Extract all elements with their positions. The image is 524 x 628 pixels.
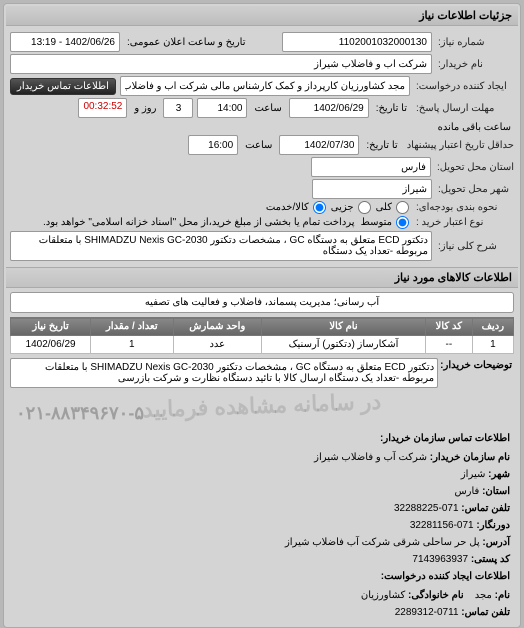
th-5: تاریخ نیاز	[11, 318, 91, 336]
pub-datetime-input[interactable]	[10, 32, 120, 52]
panel-title: جزئیات اطلاعات نیاز	[6, 6, 518, 26]
deadline-date-input[interactable]	[289, 98, 369, 118]
opt-all: کلی	[376, 202, 392, 213]
contact-info-block: اطلاعات تماس سازمان خریدار: نام سازمان خ…	[14, 430, 510, 621]
budget-all-radio[interactable]	[396, 201, 409, 214]
goods-table: ردیف کد کالا نام کالا واحد شمارش تعداد /…	[10, 317, 514, 354]
contact-province-label: استان:	[482, 486, 510, 497]
province-label: استان محل تحویل:	[435, 162, 514, 173]
until-label-1: تا تاریخ:	[373, 103, 410, 114]
supply-deadline-label: حداقل تاریخ اعتبار پیشنهاد	[405, 140, 514, 151]
watermark-area: در سامانه مشاهده فرمایید ۰۲۱-۸۸۳۴۹۶۷۰-۵	[10, 392, 514, 426]
buyer-name-label: نام خریدار:	[436, 59, 514, 70]
day-label: روز و	[131, 103, 159, 114]
td-0: 1	[472, 336, 513, 354]
family-value: کشاورزیان	[361, 590, 405, 601]
big-phone: ۰۲۱-۸۸۳۴۹۶۷۰-۵	[16, 403, 144, 424]
until-label-2: تا تاریخ:	[363, 140, 400, 151]
budget-was-radio[interactable]	[358, 201, 371, 214]
contact-info-button[interactable]: اطلاعات تماس خریدار	[10, 78, 116, 95]
tel-label: تلفن تماس:	[461, 503, 510, 514]
days-input[interactable]	[163, 98, 193, 118]
org-label: نام سازمان خریدار:	[430, 452, 510, 463]
opt-was: جزیی	[331, 202, 354, 213]
td-4: 1	[91, 336, 173, 354]
main-key-label: شرح کلی نیاز:	[436, 241, 514, 252]
th-4: تعداد / مقدار	[91, 318, 173, 336]
tel-value: 071-32288225	[394, 503, 459, 514]
rep-tel-value: 0711-2289312	[395, 607, 459, 618]
fax-value: 071-32281156	[410, 520, 474, 531]
city-label: شهر محل تحویل:	[436, 184, 514, 195]
fax-label: دورنگار:	[476, 520, 510, 531]
org-value: شرکت آب و فاضلاب شیراز	[314, 452, 427, 463]
credit-related-radio[interactable]	[396, 216, 409, 229]
main-panel: جزئیات اطلاعات نیاز شماره نیاز: تاریخ و …	[3, 3, 521, 628]
opt-related: متوسط	[361, 217, 392, 228]
form-area: شماره نیاز: تاریخ و ساعت اعلان عمومی: نا…	[6, 26, 518, 267]
province-input[interactable]	[311, 157, 431, 177]
rep-label: نام:	[495, 590, 510, 601]
time-label-1: ساعت	[251, 103, 284, 114]
deadline-time-input[interactable]	[197, 98, 247, 118]
addr-label: آدرس:	[482, 537, 510, 548]
requester-label: ایجاد کننده درخواست:	[414, 81, 514, 92]
buyer-desc-box: دتکتور ECD متعلق به دستگاه GC ، مشخصات د…	[10, 358, 438, 388]
rep-tel-label: تلفن تماس:	[461, 607, 510, 618]
buyer-name-input[interactable]	[10, 54, 432, 74]
contact-header: اطلاعات تماس سازمان خریدار:	[14, 430, 510, 447]
table-row[interactable]: 1 -- آشکارساز (دتکتور) آرسنیک عدد 1 1402…	[11, 336, 514, 354]
budget-item-radio[interactable]	[313, 201, 326, 214]
post-label: کد پستی:	[471, 554, 510, 565]
reply-deadline-label: مهلت ارسال پاسخ:	[414, 103, 514, 114]
countdown-timer: 00:32:52	[78, 98, 127, 118]
pub-datetime-label: تاریخ و ساعت اعلان عمومی:	[124, 37, 278, 48]
table-header-row: ردیف کد کالا نام کالا واحد شمارش تعداد /…	[11, 318, 514, 336]
city-input[interactable]	[312, 179, 432, 199]
td-5: 1402/06/29	[11, 336, 91, 354]
addr-value: پل حر ساحلی شرقی شرکت آب فاضلاب شیراز	[285, 537, 480, 548]
td-1: --	[425, 336, 472, 354]
remaining-label: ساعت باقی مانده	[435, 122, 514, 133]
credit-type-label: نوع اعتبار خرید :	[414, 217, 514, 228]
opt-item: کالا/خدمت	[266, 202, 309, 213]
validity-date-input[interactable]	[279, 135, 359, 155]
th-0: ردیف	[472, 318, 513, 336]
budget-row-label: نحوه بندی بودجه‌ای:	[414, 202, 514, 213]
family-label: نام خانوادگی:	[408, 590, 464, 601]
category-banner: آب رسانی؛ مدیریت پسماند، فاضلاب و فعالیت…	[10, 292, 514, 313]
main-desc-box: دتکتور ECD متعلق به دستگاه GC ، مشخصات د…	[10, 231, 432, 261]
td-2: آشکارساز (دتکتور) آرسنیک	[262, 336, 426, 354]
rep-value: مجد	[475, 590, 492, 601]
requester-input[interactable]	[120, 76, 410, 96]
th-1: کد کالا	[425, 318, 472, 336]
th-3: واحد شمارش	[173, 318, 262, 336]
post-value: 7143963937	[412, 554, 468, 565]
req-no-label: شماره نیاز:	[436, 37, 514, 48]
buyer-desc-label: توضیحات خریدار:	[438, 358, 514, 373]
contact-city: شیراز	[461, 469, 486, 480]
req-no-input[interactable]	[282, 32, 432, 52]
req-info-header: اطلاعات ایجاد کننده درخواست:	[14, 568, 510, 585]
contact-province: فارس	[454, 486, 479, 497]
th-2: نام کالا	[262, 318, 426, 336]
time-label-2: ساعت	[242, 140, 275, 151]
validity-time-input[interactable]	[188, 135, 238, 155]
goods-section-title: اطلاعات کالاهای مورد نیاز	[6, 267, 518, 288]
td-3: عدد	[173, 336, 262, 354]
credit-note: پرداخت تمام یا بخشی از مبلغ خرید،از محل …	[10, 217, 358, 228]
contact-city-label: شهر:	[488, 469, 510, 480]
